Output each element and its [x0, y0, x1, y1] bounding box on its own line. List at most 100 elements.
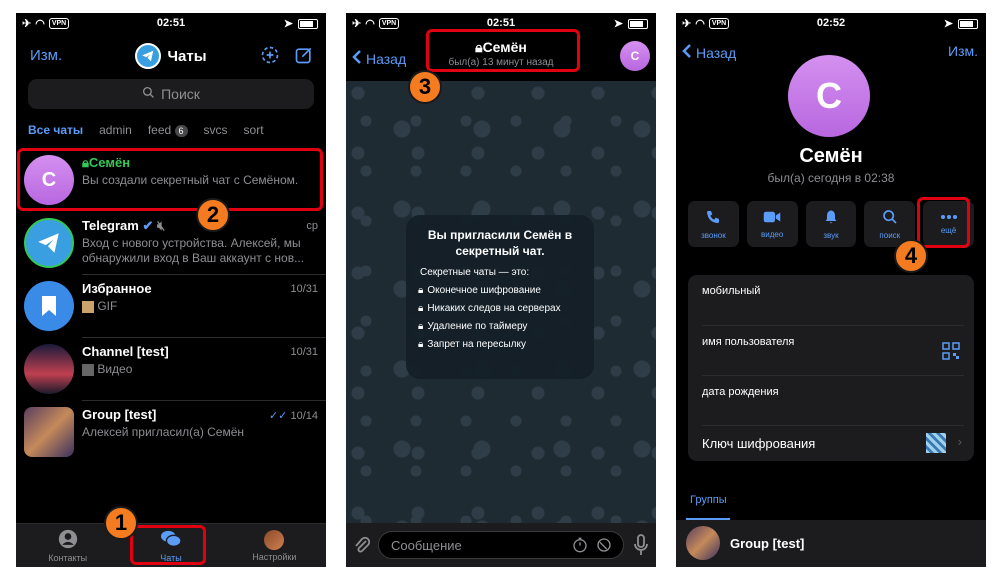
folder-tabs: Все чаты admin feed 6 svcs sort	[16, 123, 326, 137]
telegram-avatar-icon	[24, 218, 74, 268]
verified-icon: ✔	[142, 218, 154, 233]
folder-tab-feed-label: feed	[147, 123, 172, 137]
new-story-icon[interactable]	[260, 45, 280, 70]
tab-label: Контакты	[48, 552, 88, 563]
info-birthday[interactable]: дата рождения	[702, 375, 964, 425]
location-icon: ➤	[283, 18, 293, 30]
folder-tab-admin[interactable]: admin	[99, 123, 132, 137]
lock-icon: 🔒︎	[418, 339, 424, 350]
video-thumbnail-icon	[82, 363, 94, 376]
info-mobile[interactable]: мобильный	[702, 285, 964, 325]
search-input[interactable]: Поиск	[28, 79, 314, 109]
chat-date: 10/31	[290, 283, 318, 295]
sound-button[interactable]: звук	[805, 201, 857, 247]
group-name: Group [test]	[730, 535, 805, 551]
chat-preview: Алексей пригласил(а) Семён	[82, 425, 245, 439]
step-marker-1: 1	[104, 506, 138, 540]
group-row[interactable]: Group [test]	[686, 526, 804, 560]
attach-icon[interactable]	[354, 535, 371, 560]
secret-card-subtitle: Секретные чаты — это:	[420, 267, 530, 278]
status-time: 02:51	[486, 17, 516, 29]
profile-name: Семён	[799, 145, 863, 167]
qr-code-icon[interactable]	[942, 342, 960, 363]
search-icon	[142, 86, 155, 102]
feature-item: Запрет на пересылку	[427, 339, 526, 350]
bookmark-icon	[24, 281, 74, 331]
group-avatar	[686, 526, 720, 560]
chat-row-telegram[interactable]: Telegram ✔ 🔇︎ ср Вход с нового устройств…	[16, 212, 326, 275]
feature-item: Оконечное шифрование	[427, 285, 541, 296]
lock-icon: 🔒︎	[418, 285, 424, 296]
phone-icon	[705, 209, 721, 227]
muted-icon: 🔇︎	[157, 218, 166, 233]
tab-groups[interactable]: Группы	[690, 494, 727, 506]
folder-tab-feed[interactable]: feed 6	[148, 123, 188, 137]
timer-icon[interactable]	[572, 537, 588, 558]
chevron-left-icon	[682, 43, 692, 62]
search-placeholder: Поиск	[161, 86, 200, 102]
person-icon	[58, 529, 78, 551]
status-bar: ✈ ◠ VPN 02:51 ➤	[16, 13, 326, 35]
location-icon: ➤	[613, 18, 623, 30]
call-button[interactable]: звонок	[688, 201, 739, 247]
info-label: дата рождения	[702, 386, 779, 398]
location-icon: ➤	[943, 18, 953, 30]
tab-label: Настройки	[252, 551, 297, 562]
encryption-key-icon	[926, 433, 946, 453]
battery-icon	[958, 18, 978, 29]
avatar[interactable]: С	[620, 41, 650, 71]
highlight-chat-row	[17, 148, 323, 211]
info-label: мобильный	[702, 285, 761, 297]
status-bar: ✈ ◠ VPN 02:52 ➤	[676, 13, 986, 35]
profile-info-list: мобильный имя пользователя дата рождения…	[688, 275, 974, 461]
feature-item: Никаких следов на серверах	[427, 303, 561, 314]
lock-icon: 🔒︎	[418, 321, 424, 332]
chat-row-channel[interactable]: Channel [test] 10/31 Видео	[16, 338, 326, 401]
chat-row-saved[interactable]: Избранное 10/31 GIF	[16, 275, 326, 338]
chat-row-group[interactable]: Group [test] ✓✓ 10/14 Алексей пригласил(…	[16, 401, 326, 464]
folder-tab-sort[interactable]: sort	[244, 123, 264, 137]
secret-chat-info-card: Вы пригласили Семён в секретный чат. Сек…	[406, 215, 594, 379]
video-icon	[763, 210, 781, 226]
action-label: звонок	[701, 230, 726, 240]
profile-avatar[interactable]: С	[788, 55, 870, 137]
action-label: звук	[823, 230, 839, 240]
feature-item: Удаление по таймеру	[427, 321, 528, 332]
lock-icon: 🔒︎	[418, 303, 424, 314]
highlight-chat-title	[426, 29, 580, 72]
back-label: Назад	[696, 44, 737, 61]
step-marker-3: 3	[408, 70, 442, 104]
page-title: Чаты	[167, 47, 207, 65]
profile-screen: ✈ ◠ VPN 02:52 ➤ Назад Изм. С Семён был(а…	[676, 13, 986, 567]
folder-tab-svcs[interactable]: svcs	[204, 123, 228, 137]
step-marker-4: 4	[894, 239, 928, 273]
info-encryption-key[interactable]: Ключ шифрования ›	[702, 425, 964, 461]
chat-preview: GIF	[97, 299, 118, 313]
chat-name: Channel [test]	[82, 344, 169, 359]
gif-thumbnail-icon	[82, 300, 94, 313]
chats-screen: ✈ ◠ VPN 02:51 ➤ Изм. Чаты Поиск Все чаты…	[16, 13, 326, 567]
battery-icon	[298, 18, 318, 29]
tab-settings[interactable]: Настройки	[234, 524, 314, 567]
chat-date: ср	[306, 220, 318, 232]
chat-preview: Видео	[97, 362, 133, 376]
edit-button[interactable]: Изм.	[948, 43, 978, 59]
tab-contacts[interactable]: Контакты	[28, 524, 108, 567]
chat-date: 10/31	[290, 346, 318, 358]
highlight-more-button	[917, 197, 970, 248]
chat-name: Telegram	[82, 218, 139, 233]
chat-preview: Вход с нового устройства. Алексей, мы об…	[82, 236, 305, 265]
video-button[interactable]: видео	[746, 201, 798, 247]
telegram-logo-icon	[135, 43, 162, 69]
read-checkmarks-icon: ✓✓	[268, 410, 288, 422]
back-button[interactable]: Назад	[682, 43, 736, 62]
compose-icon[interactable]	[294, 45, 314, 70]
info-username[interactable]: имя пользователя	[702, 325, 964, 375]
microphone-icon[interactable]	[634, 534, 648, 561]
folder-tab-all[interactable]: Все чаты	[28, 123, 83, 137]
settings-avatar-icon	[264, 529, 285, 550]
chevron-right-icon: ›	[957, 434, 962, 449]
action-label: видео	[761, 229, 784, 239]
sticker-icon[interactable]	[596, 537, 612, 558]
step-marker-2: 2	[196, 198, 230, 232]
